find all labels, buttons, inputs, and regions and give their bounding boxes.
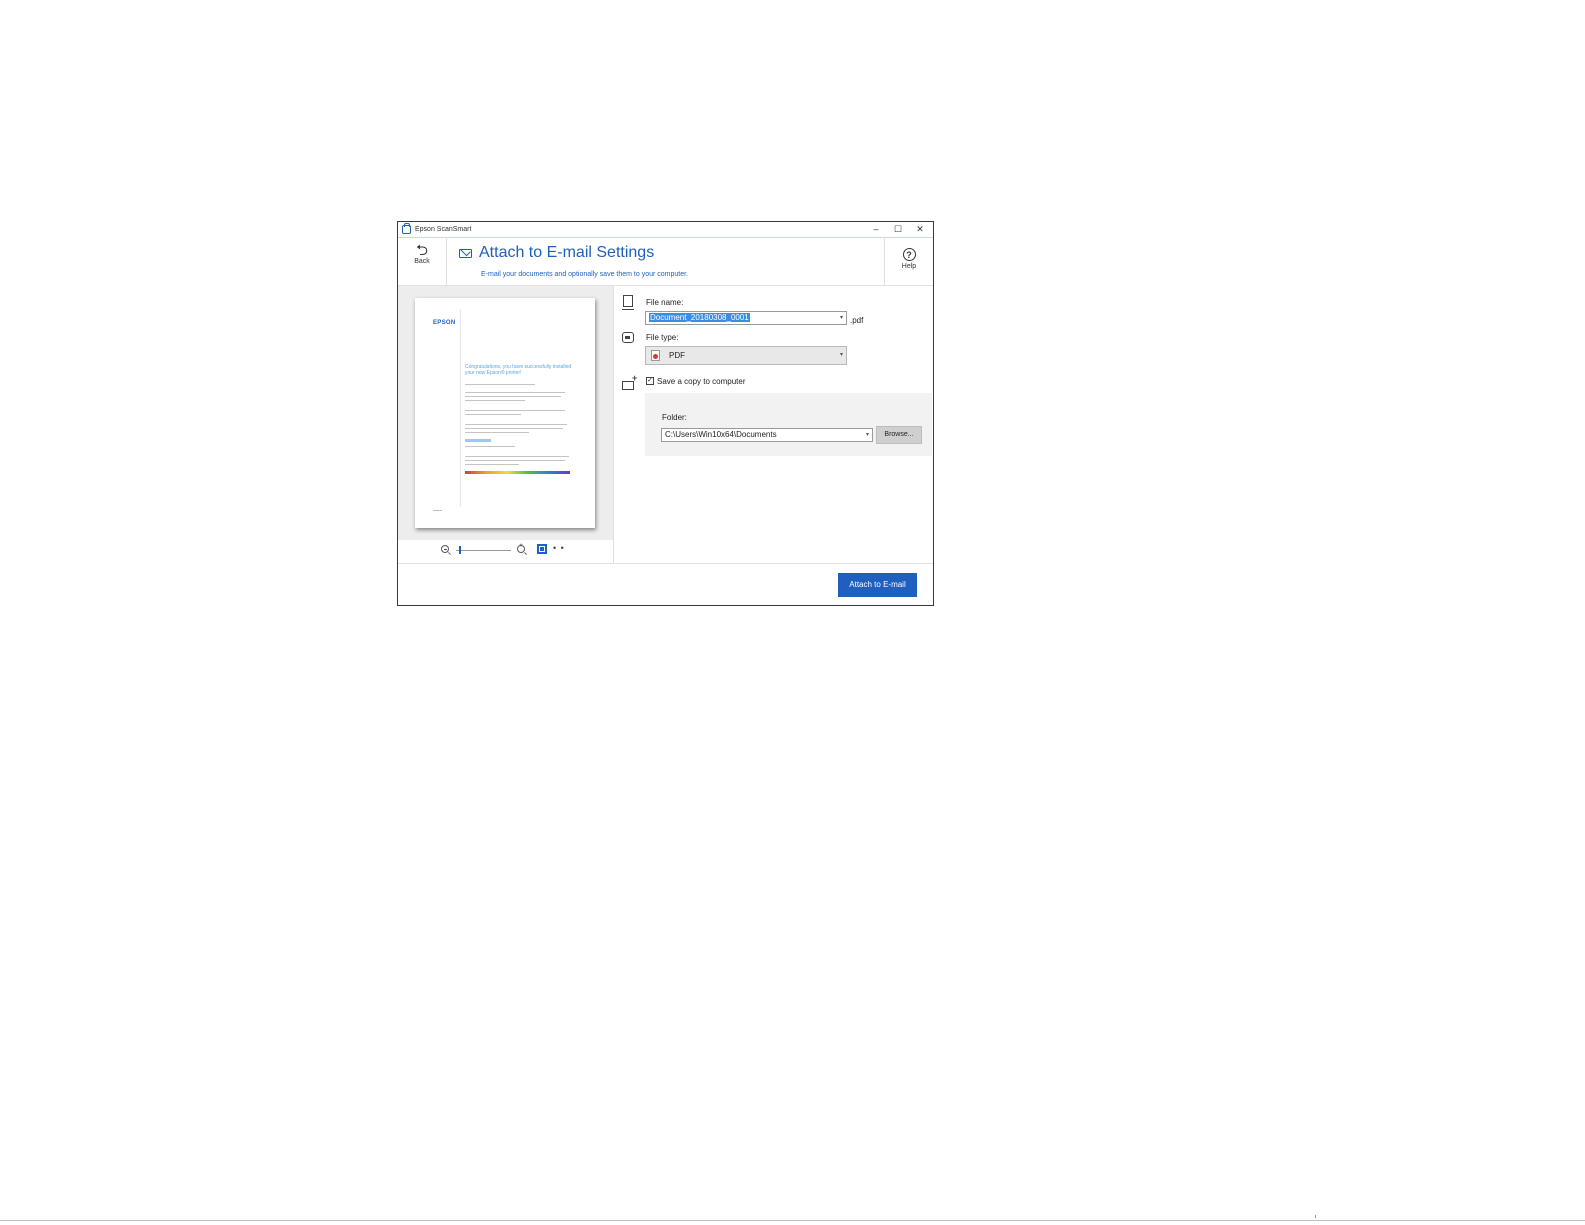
file-type-icon xyxy=(622,332,634,343)
document-logo: EPSON xyxy=(433,320,456,326)
folder-settings-panel: Folder: C:\Users\Win10x64\Documents ▾ Br… xyxy=(645,393,932,456)
folder-path-input[interactable]: C:\Users\Win10x64\Documents ▾ xyxy=(661,428,873,442)
file-type-value: PDF xyxy=(669,351,685,360)
folder-label: Folder: xyxy=(662,413,687,422)
close-button[interactable]: ✕ xyxy=(909,222,931,237)
footer-divider xyxy=(398,563,933,564)
document-color-bar xyxy=(465,471,570,474)
document-text-line xyxy=(465,410,565,411)
document-preview-page: EPSON Congratulations, you have successf… xyxy=(415,298,595,528)
file-extension: .pdf xyxy=(850,316,864,325)
document-divider xyxy=(460,310,461,506)
document-text-line xyxy=(465,384,535,385)
zoom-slider[interactable] xyxy=(456,550,511,551)
help-icon: ? xyxy=(902,248,916,261)
document-text-line xyxy=(465,460,565,461)
page-title: Attach to E-mail Settings xyxy=(479,244,655,261)
document-text-line xyxy=(465,424,567,425)
document-text-line xyxy=(465,432,529,433)
back-arrow-icon: ⮌ xyxy=(415,242,428,259)
document-text-line xyxy=(465,396,561,397)
back-label: Back xyxy=(414,258,430,265)
file-icon xyxy=(622,295,634,310)
save-copy-checkbox[interactable]: ✓ xyxy=(646,377,654,385)
zoom-slider-thumb[interactable] xyxy=(458,546,461,554)
page-bottom-rule xyxy=(0,1220,1585,1221)
header: ⮌ Back Attach to E-mail Settings E-mail … xyxy=(398,237,933,286)
back-button[interactable]: ⮌ Back xyxy=(398,237,447,285)
document-text-line xyxy=(465,456,569,457)
chevron-down-icon[interactable]: ▾ xyxy=(866,429,869,441)
document-text-line xyxy=(465,464,519,465)
help-label: Help xyxy=(901,263,917,270)
attach-to-email-button[interactable]: Attach to E-mail xyxy=(838,573,917,597)
settings-panel: File name: Document_20180308_0001 ▾ .pdf… xyxy=(616,286,933,563)
window-title: Epson ScanSmart xyxy=(415,226,472,233)
add-icon: + xyxy=(632,373,638,383)
preview-zoom-bar: • • xyxy=(398,540,613,563)
file-name-input[interactable]: Document_20180308_0001 ▾ xyxy=(645,311,847,325)
zoom-out-icon[interactable] xyxy=(441,545,449,553)
scansmart-app-icon xyxy=(402,223,411,234)
pane-divider xyxy=(613,286,614,563)
page-subtitle: E-mail your documents and optionally sav… xyxy=(481,271,688,278)
folder-path-value: C:\Users\Win10x64\Documents xyxy=(665,430,777,439)
title-bar: Epson ScanSmart – ☐ ✕ xyxy=(398,222,933,238)
document-text-line xyxy=(465,428,563,429)
document-footer-mark xyxy=(433,510,442,511)
file-name-label: File name: xyxy=(646,298,684,307)
document-text-line xyxy=(465,392,565,393)
app-window: Epson ScanSmart – ☐ ✕ ⮌ Back Attach to E… xyxy=(397,221,934,606)
file-type-select[interactable]: PDF ▾ xyxy=(645,346,847,365)
document-text-line xyxy=(465,446,515,447)
chevron-down-icon[interactable]: ▾ xyxy=(840,347,843,364)
zoom-in-icon[interactable] xyxy=(517,543,525,553)
file-type-label: File type: xyxy=(646,333,679,342)
save-copy-label[interactable]: Save a copy to computer xyxy=(657,377,746,386)
envelope-icon xyxy=(459,249,472,258)
page-corner-mark xyxy=(1315,1215,1320,1218)
chevron-down-icon[interactable]: ▾ xyxy=(840,312,843,324)
maximize-button[interactable]: ☐ xyxy=(887,222,909,237)
scan-preview-pane: EPSON Congratulations, you have successf… xyxy=(398,286,613,540)
fit-page-icon[interactable] xyxy=(537,544,547,554)
pdf-icon xyxy=(651,350,660,361)
document-heading: Congratulations, you have successfully i… xyxy=(465,364,572,376)
file-name-value: Document_20180308_0001 xyxy=(649,313,750,322)
minimize-button[interactable]: – xyxy=(865,222,887,237)
document-text-line xyxy=(465,414,521,415)
help-button[interactable]: ? Help xyxy=(884,237,933,285)
page-nav-icon[interactable]: • • xyxy=(553,543,565,553)
document-subheading xyxy=(465,439,491,442)
document-text-line xyxy=(465,400,525,401)
browse-button[interactable]: Browse... xyxy=(876,426,922,444)
